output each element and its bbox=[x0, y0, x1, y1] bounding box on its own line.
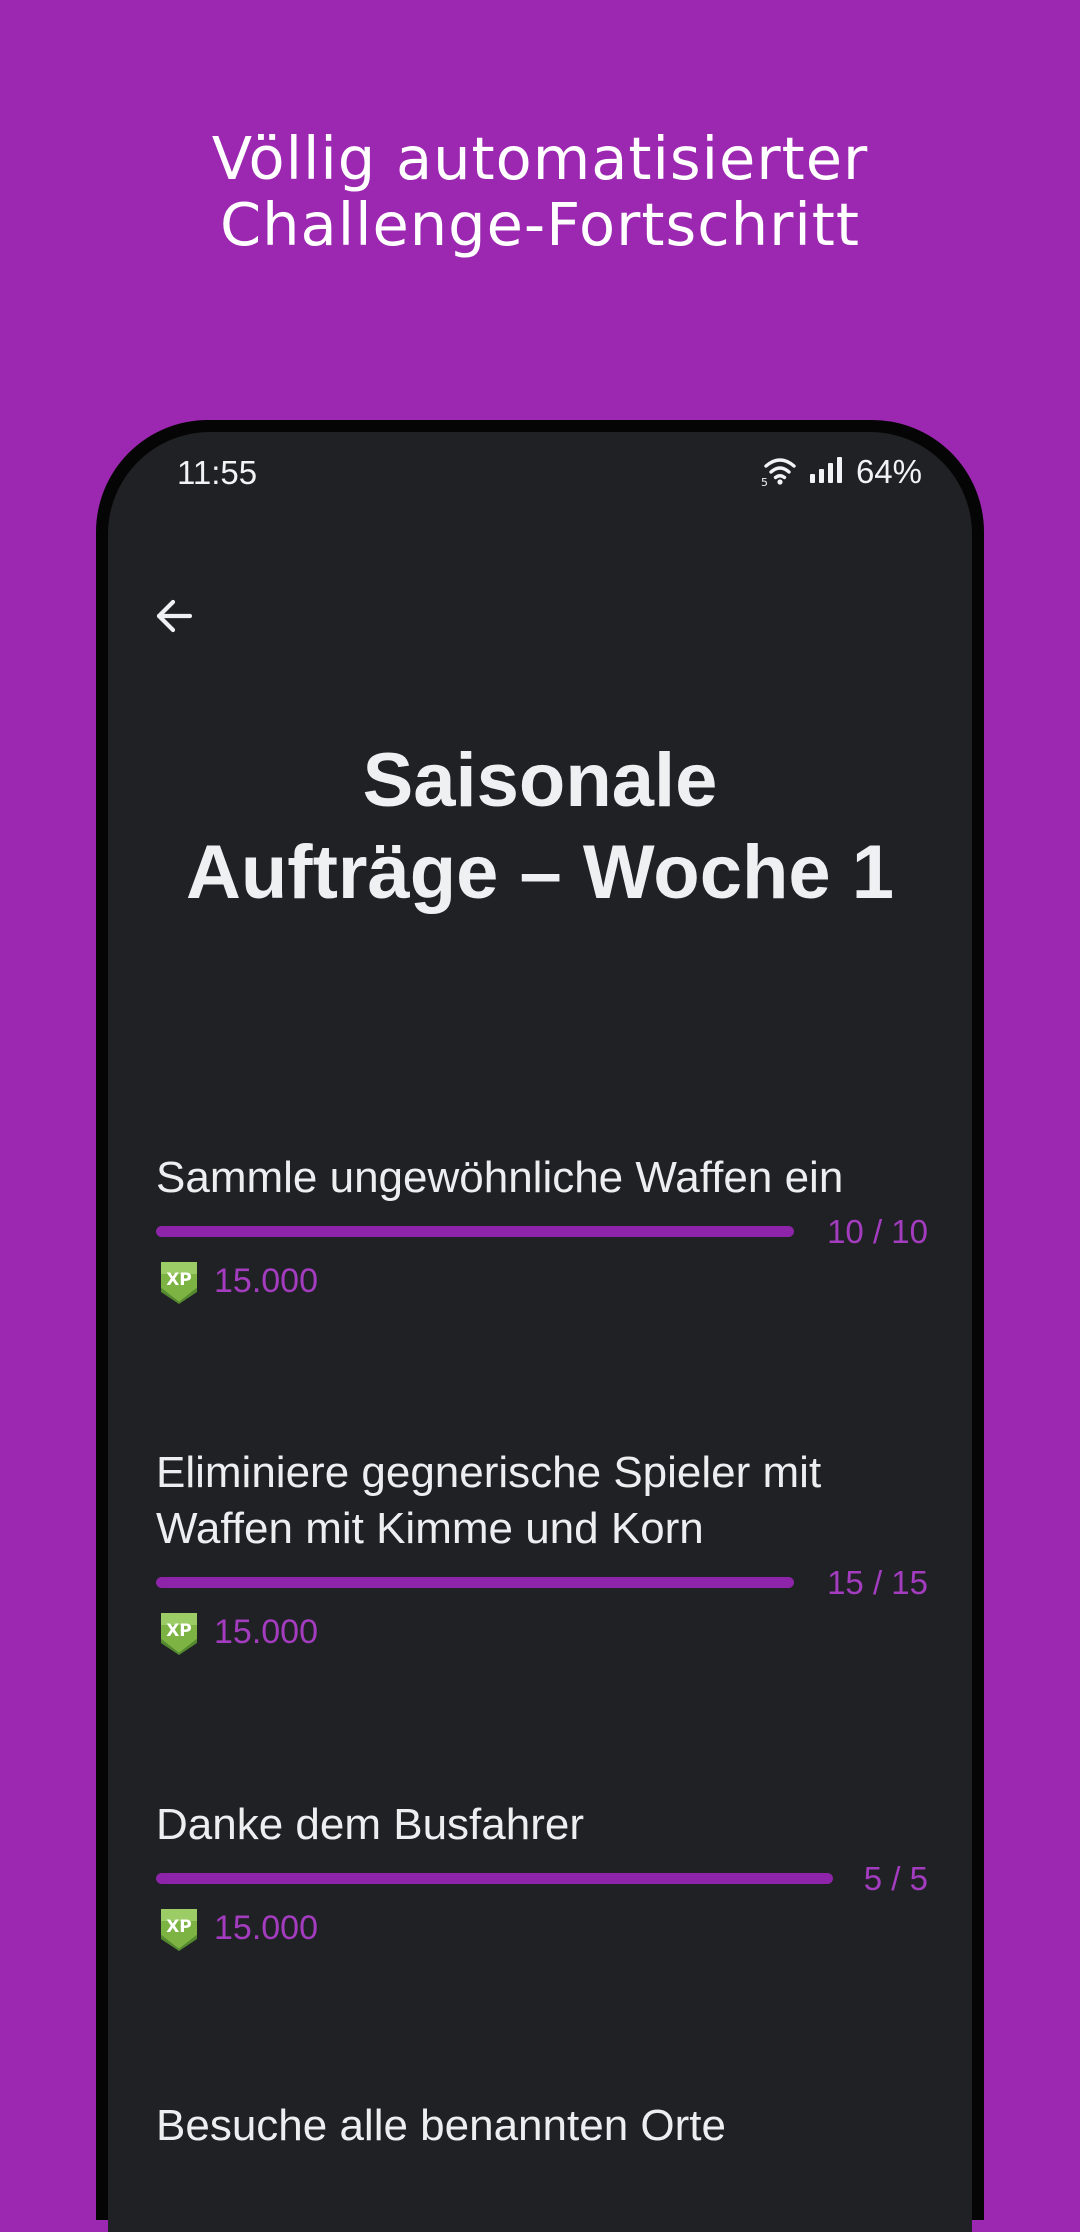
status-indicators: 5 64% bbox=[760, 452, 922, 492]
promo-headline-line-1: Völlig automatisierter bbox=[211, 124, 869, 193]
challenge-title: Eliminiere gegnerische Spieler mit Waffe… bbox=[156, 1448, 822, 1553]
challenge-title: Danke dem Busfahrer bbox=[156, 1800, 584, 1849]
promo-headline-line-2: Challenge-Fortschritt bbox=[219, 190, 861, 259]
challenge-title: Sammle ungewöhnliche Waffen ein bbox=[156, 1153, 844, 1202]
cell-signal-icon bbox=[808, 455, 844, 490]
progress-count: 10 / 10 bbox=[827, 1213, 928, 1250]
wifi-icon: 5 bbox=[760, 453, 800, 492]
challenge-title: Besuche alle benannten Orte bbox=[156, 2101, 726, 2150]
challenge-reward: XP 15.000 bbox=[156, 1256, 928, 1306]
progress-bar-fill bbox=[156, 1226, 794, 1237]
wifi-badge: 5 bbox=[761, 476, 768, 487]
progress-bar bbox=[156, 1873, 833, 1884]
page-title-line-1: Saisonale bbox=[362, 738, 718, 823]
phone-frame: 11:55 5 64% Saisonale Aufträge – Woche 1… bbox=[96, 420, 984, 2232]
reward-value: 15.000 bbox=[214, 1908, 318, 1947]
page-title-line-2: Aufträge – Woche 1 bbox=[185, 830, 895, 915]
progress-bar bbox=[156, 1226, 794, 1237]
challenge-progress: 15 / 15 bbox=[156, 1563, 928, 1603]
challenge-item[interactable]: Danke dem Busfahrer 5 / 5 XP 15.000 bbox=[156, 1797, 928, 1953]
svg-text:XP: XP bbox=[166, 1917, 192, 1937]
challenge-progress: 5 / 5 bbox=[156, 1859, 928, 1899]
reward-value: 15.000 bbox=[214, 1261, 318, 1300]
app-screen: 11:55 5 64% Saisonale Aufträge – Woche 1… bbox=[108, 432, 972, 2232]
xp-badge-icon: XP bbox=[161, 1909, 197, 1951]
status-time: 11:55 bbox=[177, 454, 258, 491]
progress-bar-fill bbox=[156, 1577, 794, 1588]
xp-badge-icon: XP bbox=[161, 1262, 197, 1304]
progress-bar-fill bbox=[156, 1873, 833, 1884]
progress-bar bbox=[156, 1577, 794, 1588]
status-bar: 11:55 5 64% bbox=[108, 432, 972, 518]
battery-level: 64% bbox=[855, 453, 922, 490]
progress-count: 5 / 5 bbox=[863, 1860, 928, 1897]
challenge-item[interactable]: Sammle ungewöhnliche Waffen ein 10 / 10 … bbox=[156, 1150, 928, 1306]
arrow-left-icon bbox=[156, 599, 193, 633]
challenge-progress: 10 / 10 bbox=[156, 1212, 928, 1252]
reward-value: 15.000 bbox=[214, 1612, 318, 1651]
challenge-item[interactable]: Eliminiere gegnerische Spieler mit Waffe… bbox=[156, 1445, 928, 1657]
challenge-item[interactable]: Besuche alle benannten Orte bbox=[156, 2098, 928, 2154]
svg-text:XP: XP bbox=[166, 1270, 192, 1290]
back-button[interactable] bbox=[142, 584, 206, 648]
page-title: Saisonale Aufträge – Woche 1 bbox=[108, 735, 972, 919]
xp-badge-icon: XP bbox=[161, 1613, 197, 1655]
svg-text:XP: XP bbox=[166, 1621, 192, 1641]
challenge-reward: XP 15.000 bbox=[156, 1903, 928, 1953]
progress-count: 15 / 15 bbox=[827, 1564, 928, 1601]
promo-headline: Völlig automatisierter Challenge-Fortsch… bbox=[0, 126, 1080, 258]
challenge-reward: XP 15.000 bbox=[156, 1607, 928, 1657]
